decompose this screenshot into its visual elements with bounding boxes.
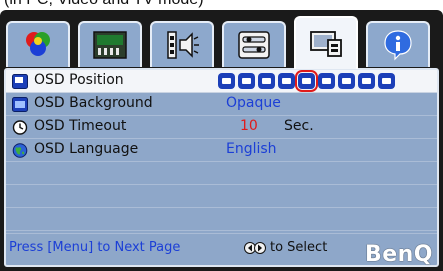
color-wheel-icon: [26, 32, 50, 56]
setup-icon: [238, 31, 270, 59]
osd-menu: OSD Position OSD Background Opaque OSD T…: [0, 10, 443, 271]
osd-timeout-unit: Sec.: [284, 118, 314, 134]
select-hint: to Select: [270, 240, 328, 255]
osd-position-option[interactable]: [318, 73, 335, 89]
osd-position-selector[interactable]: [218, 70, 395, 92]
osd-position-option[interactable]: [238, 73, 255, 89]
menu-item-osd-background[interactable]: OSD Background Opaque: [6, 93, 437, 116]
osd-position-option[interactable]: [378, 73, 395, 89]
information-icon: [384, 30, 412, 61]
audio-input-icon: [167, 31, 199, 59]
tab-strip: [6, 16, 438, 69]
osd-language-value[interactable]: English: [226, 141, 277, 157]
menu-item-osd-timeout[interactable]: OSD Timeout 10 Sec.: [6, 116, 437, 139]
menu-footer: Press [Menu] to Next Page to Select BenQ: [6, 233, 437, 267]
clock-icon: [12, 120, 28, 135]
picture-adjust-icon: [93, 31, 127, 59]
osd-timeout-value[interactable]: 10: [240, 118, 258, 134]
osd-position-option[interactable]: [338, 73, 355, 89]
osd-position-option[interactable]: [218, 73, 235, 89]
tab-setup[interactable]: [222, 21, 286, 67]
osd-language-label: OSD Language: [34, 141, 139, 157]
tab-osd-settings[interactable]: [294, 16, 358, 69]
tab-picture[interactable]: [78, 21, 142, 67]
osd-position-icon: [12, 74, 28, 89]
osd-position-option[interactable]: [278, 73, 295, 89]
menu-item-osd-language[interactable]: OSD Language English: [6, 139, 437, 162]
tab-information[interactable]: [366, 21, 430, 67]
osd-position-label: OSD Position: [34, 72, 124, 88]
osd-settings-icon: [310, 30, 342, 57]
osd-background-icon: [12, 97, 28, 112]
osd-position-option[interactable]: [295, 70, 318, 92]
menu-panel: OSD Position OSD Background Opaque OSD T…: [4, 68, 439, 267]
left-right-arrows-icon: [244, 242, 266, 254]
tab-color[interactable]: [6, 21, 70, 67]
menu-empty-row: [6, 208, 437, 231]
menu-empty-row: [6, 185, 437, 208]
tab-audio[interactable]: [150, 21, 214, 67]
osd-timeout-label: OSD Timeout: [34, 118, 127, 134]
osd-position-option[interactable]: [358, 73, 375, 89]
globe-icon: [12, 143, 28, 158]
osd-position-option[interactable]: [258, 73, 275, 89]
osd-background-label: OSD Background: [34, 95, 153, 111]
benq-logo: BenQ: [364, 242, 433, 267]
osd-background-value[interactable]: Opaque: [226, 95, 281, 111]
menu-empty-row: [6, 162, 437, 185]
next-page-hint: Press [Menu] to Next Page: [9, 240, 181, 255]
menu-item-osd-position[interactable]: OSD Position: [6, 70, 437, 93]
